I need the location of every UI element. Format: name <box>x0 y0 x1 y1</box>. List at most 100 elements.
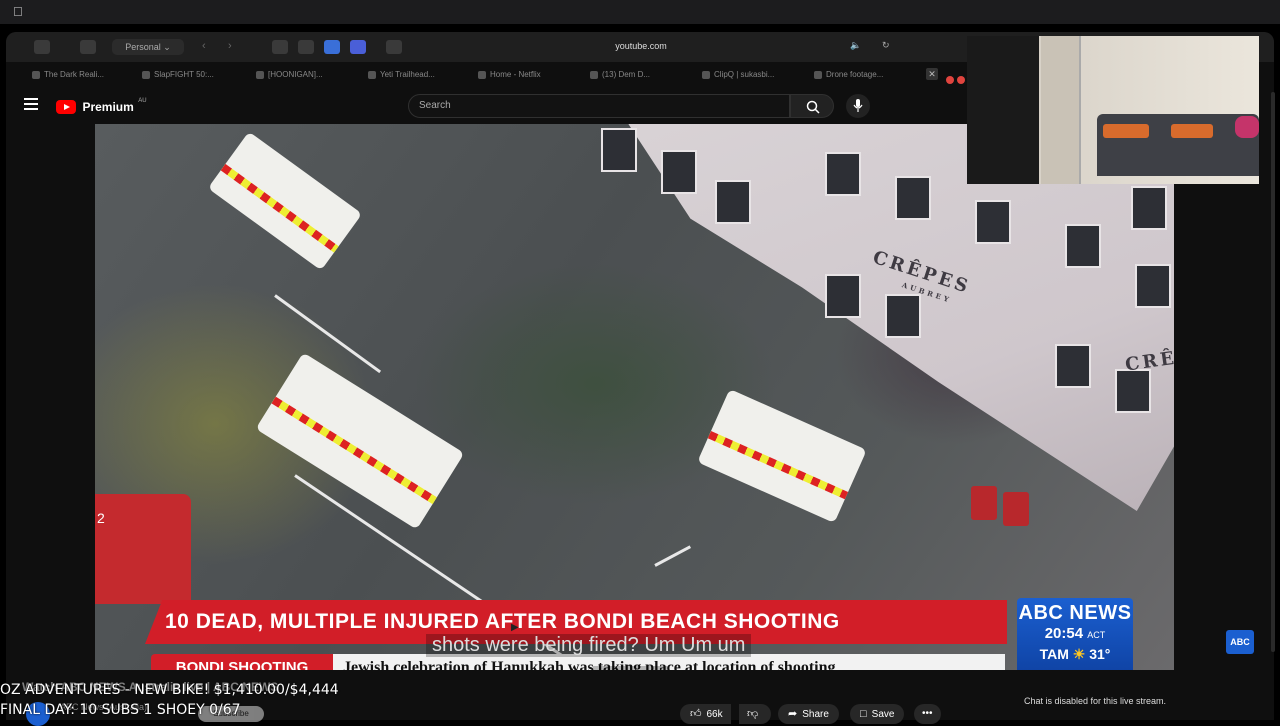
favicon-icon <box>256 71 264 79</box>
logo-text: Premium <box>82 99 134 114</box>
tab-title: [HOONIGAN]... <box>268 70 323 79</box>
reader-icon[interactable] <box>386 40 402 54</box>
road-marking <box>654 545 692 567</box>
search-button[interactable] <box>790 94 834 118</box>
favicon-icon <box>814 71 822 79</box>
favicon-icon <box>368 71 376 79</box>
video-player[interactable]: CRÊPES AUBREY CRÊP 2 10 DEAD, MULTIPLE I… <box>95 124 1174 670</box>
time-value: 20:54 <box>1044 625 1084 642</box>
scene-window <box>715 180 751 224</box>
ambulance-stripe <box>707 430 849 500</box>
tab-title: Drone footage... <box>826 70 884 79</box>
youtube-play-icon <box>56 99 76 114</box>
like-count: 66k <box>706 709 723 720</box>
window-controls[interactable] <box>946 71 968 89</box>
browser-tab[interactable]: (13) Dem D... <box>588 66 696 84</box>
mouse-cursor-icon: ▶ <box>511 622 519 633</box>
subtitle-line: around <box>593 666 668 670</box>
address-bar[interactable]: youtube.com <box>566 41 716 51</box>
browser-tab[interactable]: The Dark Reali... <box>30 66 138 84</box>
extension-icon[interactable] <box>272 40 288 54</box>
browser-tab-active[interactable]: Drone footage... <box>812 66 920 84</box>
ambulance <box>697 388 867 524</box>
youtube-premium-logo[interactable]: Premium AU <box>56 98 147 116</box>
scene-window <box>1131 186 1167 230</box>
extension-icon[interactable] <box>298 40 314 54</box>
webcam-overlay <box>967 36 1259 184</box>
sun-icon: ☀ <box>1072 646 1086 662</box>
page-scrollbar[interactable] <box>1271 92 1275 652</box>
time-zone: ACT <box>1087 630 1106 640</box>
room-door <box>1041 36 1081 184</box>
tab-overview-icon[interactable] <box>80 40 96 54</box>
extension-icon[interactable] <box>350 40 366 54</box>
share-arrow-icon: ➦ <box>788 708 798 720</box>
broadcast-time: 20:54 ACT <box>1017 625 1133 642</box>
scene-window <box>601 128 637 172</box>
voice-search-button[interactable] <box>846 94 870 118</box>
tab-title: ClipQ | sukasbi... <box>714 70 775 79</box>
share-button[interactable]: ➦ Share <box>778 704 839 724</box>
macos-menu-bar:  <box>0 0 1280 24</box>
browser-tab[interactable]: Yeti Trailhead... <box>366 66 474 84</box>
ambulance <box>255 352 465 530</box>
audio-playing-icon[interactable]: 🔈 <box>850 40 861 51</box>
search-icon <box>806 100 820 114</box>
red-bus: 2 <box>95 494 191 604</box>
channel-bug: ABC NEWS 20:54 ACT TAM ☀ 31° <box>1017 598 1133 670</box>
close-tab-icon[interactable]: ✕ <box>926 68 938 80</box>
stream-goal-line: OZ ADVENTURES - NEW BIKE! $1,410.00/$4,4… <box>0 682 339 698</box>
headline-text: 10 DEAD, MULTIPLE INJURED AFTER BONDI BE… <box>165 610 840 633</box>
favicon-icon <box>478 71 486 79</box>
scene-window <box>825 274 861 318</box>
thumbs-up-icon: 👍︎ <box>690 708 702 720</box>
scene-window <box>661 150 697 194</box>
scene-window <box>1135 264 1171 308</box>
favicon-icon <box>32 71 40 79</box>
region-label: AU <box>138 98 147 104</box>
thumbs-down-icon: 👎︎ <box>747 708 759 720</box>
bus-number: 2 <box>97 510 105 526</box>
browser-tab[interactable]: Home - Netflix <box>476 66 584 84</box>
profile-button[interactable]: Personal ⌄ <box>112 39 184 55</box>
ambulance <box>207 131 363 271</box>
favicon-icon <box>702 71 710 79</box>
story-tag: BONDI SHOOTING <box>151 654 333 670</box>
favicon-icon <box>142 71 150 79</box>
chat-disabled-notice: Chat is disabled for this live stream. <box>1024 696 1167 706</box>
scene-window <box>1055 344 1091 388</box>
news-brand: ABC NEWS <box>1018 602 1132 624</box>
scene-window <box>1065 224 1101 268</box>
scene-window <box>825 152 861 196</box>
browser-tab[interactable]: SlapFIGHT 50:... <box>140 66 248 84</box>
forward-arrow-icon[interactable]: › <box>228 40 232 52</box>
scene-window <box>895 176 931 220</box>
cushion <box>1103 124 1149 138</box>
apple-menu-icon[interactable]:  <box>13 4 23 19</box>
search-input[interactable]: Search <box>408 94 790 118</box>
favicon-icon <box>590 71 598 79</box>
dislike-button[interactable]: 👎︎ <box>739 704 772 724</box>
reload-icon[interactable]: ↻ <box>882 40 890 51</box>
more-actions-button[interactable]: ••• <box>914 704 941 724</box>
scene-window <box>885 294 921 338</box>
ambulance-stripe <box>271 396 437 505</box>
scene-window <box>1115 369 1151 413</box>
subtitle-line: shots were being fired? Um Um um <box>426 634 752 657</box>
cushion <box>1171 124 1213 138</box>
tab-title: SlapFIGHT 50:... <box>154 70 214 79</box>
hamburger-menu-icon[interactable] <box>24 98 38 110</box>
tab-title: Yeti Trailhead... <box>380 70 435 79</box>
tab-title: The Dark Reali... <box>44 70 105 79</box>
browser-tab[interactable]: [HOONIGAN]... <box>254 66 362 84</box>
video-actions: 👍︎ 66k 👎︎ ➦ Share □ Save ••• <box>0 704 1280 724</box>
back-arrow-icon[interactable]: ‹ <box>202 40 206 52</box>
shield-icon[interactable] <box>324 40 340 54</box>
browser-tab[interactable]: ClipQ | sukasbi... <box>700 66 808 84</box>
tab-title: Home - Netflix <box>490 70 541 79</box>
ambulance-stripe <box>220 163 339 253</box>
sidebar-toggle-icon[interactable] <box>34 40 50 54</box>
save-label: Save <box>871 709 895 720</box>
like-button[interactable]: 👍︎ 66k <box>680 704 731 724</box>
save-button[interactable]: □ Save <box>850 704 905 724</box>
